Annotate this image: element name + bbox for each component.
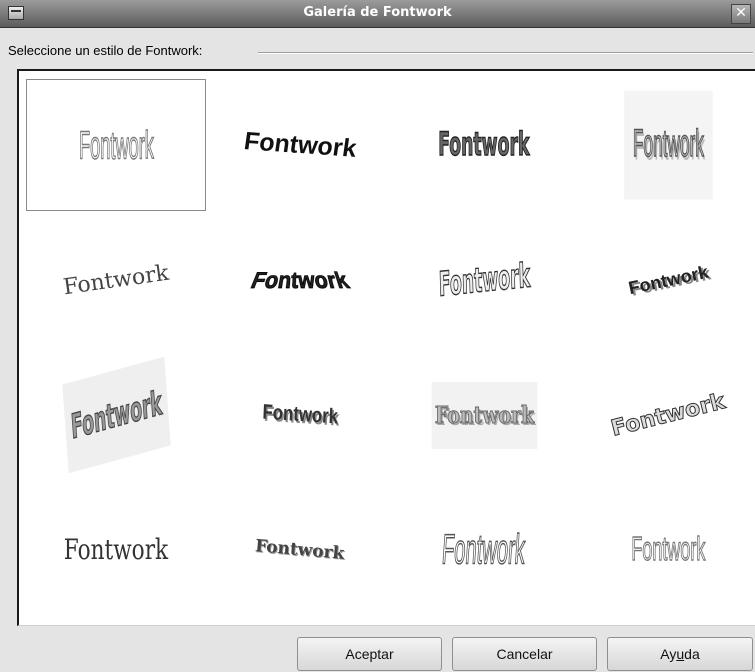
ok-button[interactable]: Aceptar	[297, 637, 442, 671]
gallery-item-preview: Fontwork	[431, 381, 537, 449]
help-label-start: Ay	[660, 646, 677, 662]
gallery-item-preview: Fontwork	[626, 261, 710, 298]
section-label: Seleccione un estilo de Fontwork:	[8, 43, 203, 58]
gallery-item-preview: Fontwork	[630, 530, 706, 569]
section-divider	[258, 52, 753, 54]
gallery-item[interactable]: Fontwork	[26, 214, 206, 346]
gallery-item[interactable]: Fontwork	[578, 79, 755, 211]
close-button[interactable]: ✕	[731, 4, 751, 24]
gallery-item[interactable]: Fontwork	[394, 214, 574, 346]
gallery-item-preview: Fontwork	[242, 126, 359, 163]
fontwork-gallery-dialog: Galería de Fontwork ✕ Seleccione un esti…	[0, 0, 755, 672]
gallery-item-preview: Fontwork	[437, 255, 531, 305]
gallery-item[interactable]: Fontwork	[394, 79, 574, 211]
gallery-item[interactable]: Fontwork	[394, 349, 574, 481]
gallery-item[interactable]: Fontwork	[210, 79, 390, 211]
gallery-item[interactable]: Fontwork	[578, 214, 755, 346]
gallery-item-preview: Fontwork	[61, 260, 171, 300]
help-label-end: da	[684, 646, 700, 662]
gallery-item-preview: Fontwork	[63, 533, 169, 567]
help-button[interactable]: Ayuda	[607, 637, 753, 671]
gallery-item-preview: Fontwork	[78, 121, 154, 168]
gallery-item[interactable]: Fontwork	[210, 484, 390, 616]
gallery-item[interactable]: Fontwork	[26, 349, 206, 481]
gallery-item-preview: Fontwork	[261, 400, 339, 429]
gallery-item[interactable]: Fontwork	[26, 79, 206, 211]
gallery-item[interactable]: Fontwork	[578, 484, 755, 616]
gallery-item-preview: Fontwork	[623, 90, 713, 200]
gallery-item[interactable]: Fontwork	[578, 349, 755, 481]
gallery-item-preview: Fontwork	[608, 388, 728, 442]
gallery-item-preview: Fontwork	[254, 536, 346, 564]
fontwork-gallery[interactable]: Fontwork Fontwork Fontwork Fontwork Font…	[17, 69, 755, 626]
gallery-item-preview: Fontwork	[441, 525, 528, 573]
gallery-item-preview: Fontwork	[438, 126, 530, 164]
gallery-item[interactable]: Fontwork	[394, 484, 574, 616]
gallery-item[interactable]: Fontwork	[210, 214, 390, 346]
window-title: Galería de Fontwork	[303, 5, 452, 20]
help-label-mnemonic: u	[676, 646, 685, 662]
gallery-item[interactable]: Fontwork	[26, 484, 206, 616]
cancel-button[interactable]: Cancelar	[452, 637, 597, 671]
gallery-item-preview: Fontwork	[61, 356, 171, 474]
gallery-item[interactable]: Fontwork	[210, 349, 390, 481]
gallery-item-preview: Fontwork	[247, 268, 354, 295]
help-button-label: Ayuda	[660, 646, 699, 662]
title-bar[interactable]: Galería de Fontwork ✕	[0, 0, 755, 28]
